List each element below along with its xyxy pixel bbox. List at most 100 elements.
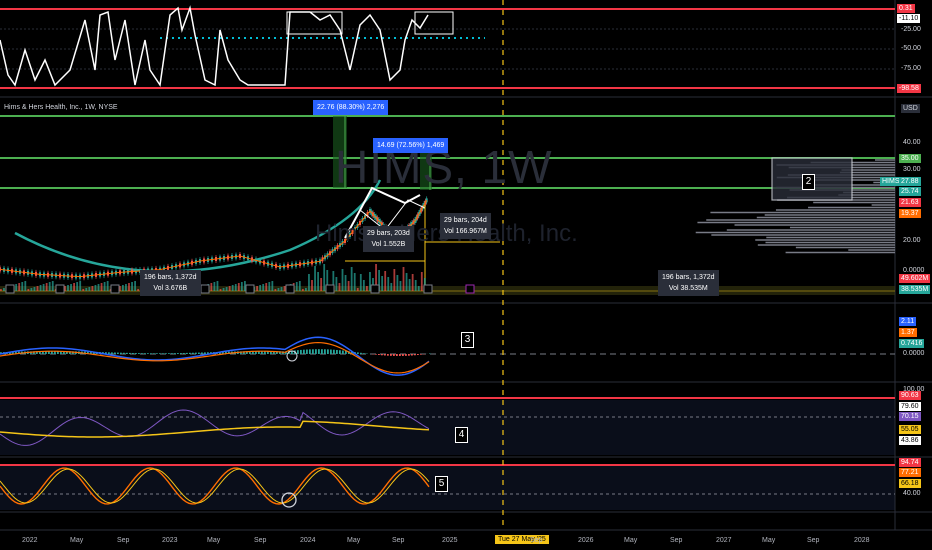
volume-bar bbox=[231, 285, 234, 291]
macd-hist bbox=[174, 353, 176, 354]
macd-tag-2: 0.7416 bbox=[899, 339, 925, 348]
macd-hist bbox=[189, 352, 191, 354]
macd-hist bbox=[408, 354, 410, 356]
range-callout-3[interactable]: 196 bars, 1,372d Vol 3.676B bbox=[140, 270, 201, 296]
macd-hist bbox=[321, 349, 323, 354]
volume-bar bbox=[384, 271, 387, 291]
time-label-11: Sep bbox=[530, 537, 543, 544]
macd-hist bbox=[147, 353, 149, 354]
macd-hist bbox=[399, 354, 401, 357]
range-callout-4-line1: 196 bars, 1,372d bbox=[662, 274, 715, 281]
volume-bar bbox=[271, 281, 274, 291]
volume-bar bbox=[353, 273, 356, 291]
volume-bar bbox=[36, 286, 39, 291]
price-tick-0: 40.00 bbox=[903, 139, 921, 146]
volume-bar bbox=[45, 283, 48, 291]
earnings-marker-9 bbox=[423, 284, 433, 294]
volume-bar bbox=[277, 288, 280, 291]
top-axis-tag-2: -98.58 bbox=[897, 84, 921, 93]
macd-hist bbox=[390, 354, 392, 356]
volume-bar bbox=[88, 287, 91, 291]
macd-hist bbox=[156, 353, 158, 354]
earnings-marker-4 bbox=[200, 284, 210, 294]
top-axis-tag-0: 0.31 bbox=[897, 4, 915, 13]
volume-bar bbox=[91, 286, 94, 291]
volume-bar bbox=[24, 281, 27, 291]
range-callout-1-line1: 29 bars, 203d bbox=[367, 230, 410, 237]
macd-hist bbox=[165, 353, 167, 354]
price-tag-5: 49.602M bbox=[899, 274, 931, 283]
macd-hist bbox=[108, 352, 110, 354]
macd-hist bbox=[342, 350, 344, 354]
pane-label-2: 2 bbox=[802, 174, 815, 190]
macd-hist bbox=[381, 354, 383, 356]
volume-bar bbox=[3, 288, 5, 291]
macd-hist bbox=[312, 349, 314, 354]
chart-title: Hims & Hers Health, Inc., 1W, NYSE bbox=[4, 104, 118, 111]
macd-hist bbox=[126, 352, 128, 354]
pane-rsi bbox=[0, 400, 895, 455]
rsi-tag-2: 70.15 bbox=[899, 412, 921, 421]
volume-bar bbox=[237, 283, 240, 291]
time-label-0: 2022 bbox=[22, 537, 38, 544]
macd-hist bbox=[195, 352, 197, 354]
price-tag-4: 19.37 bbox=[899, 209, 921, 218]
volume-bar bbox=[356, 288, 359, 291]
range-callout-1[interactable]: 29 bars, 203d Vol 1.552B bbox=[363, 226, 414, 252]
volume-bar bbox=[125, 284, 127, 291]
volume-bar bbox=[411, 274, 414, 291]
macd-hist bbox=[339, 350, 341, 354]
time-label-14: Sep bbox=[670, 537, 683, 544]
pane-label-3: 3 bbox=[461, 332, 474, 348]
macd-hist bbox=[162, 353, 164, 354]
macd-hist bbox=[300, 349, 302, 354]
range-callout-2[interactable]: 29 bars, 204d Vol 166.967M bbox=[440, 213, 491, 239]
macd-hist bbox=[150, 353, 152, 354]
macd-hist bbox=[315, 349, 317, 354]
volume-bar bbox=[362, 280, 365, 291]
volume-bar bbox=[280, 287, 283, 291]
volume-bar bbox=[85, 288, 88, 291]
volume-bar bbox=[225, 287, 228, 291]
volume-bar bbox=[308, 274, 310, 291]
macd-hist bbox=[159, 353, 161, 354]
macd-hist bbox=[384, 354, 386, 356]
macd-hist bbox=[330, 349, 332, 354]
time-label-4: May bbox=[207, 537, 221, 544]
earnings-marker-0 bbox=[5, 284, 15, 294]
earnings-marker-6 bbox=[285, 284, 295, 294]
macd-hist bbox=[153, 353, 155, 354]
time-label-1: May bbox=[70, 537, 84, 544]
range-callout-4-line2: Vol 38.535M bbox=[668, 285, 708, 292]
range-callout-4[interactable]: 196 bars, 1,372d Vol 38.535M bbox=[658, 270, 719, 296]
pane-label-5: 5 bbox=[435, 476, 448, 492]
rsi-tag-1: 79.60 bbox=[899, 402, 921, 411]
measure-callout-1[interactable]: 22.76 (88.30%) 2,276 bbox=[313, 100, 389, 115]
top-axis-tag-1: -11.10 bbox=[897, 14, 921, 23]
macd-tag-0: 2.11 bbox=[899, 317, 917, 326]
time-label-15: 2027 bbox=[716, 537, 732, 544]
macd-hist bbox=[177, 353, 179, 354]
macd-hist bbox=[324, 349, 326, 354]
time-label-17: Sep bbox=[807, 537, 820, 544]
measure-callout-2[interactable]: 14.69 (72.56%) 1,469 bbox=[373, 138, 449, 153]
macd-hist bbox=[138, 353, 140, 354]
volume-bar bbox=[216, 281, 219, 291]
volume-bar bbox=[137, 289, 140, 291]
volume-bar bbox=[128, 283, 130, 291]
volume-bar bbox=[402, 267, 405, 291]
time-label-7: May bbox=[347, 537, 361, 544]
earnings-marker-1 bbox=[55, 284, 65, 294]
volume-bar bbox=[131, 282, 133, 291]
volume-bar bbox=[48, 282, 51, 291]
volume-bar bbox=[396, 275, 399, 291]
volume-bar bbox=[39, 285, 42, 291]
volume-bar bbox=[33, 287, 36, 291]
stoch-tag-1: 77.21 bbox=[899, 468, 921, 477]
price-tick-1: 30.00 bbox=[903, 166, 921, 173]
volume-bar bbox=[259, 285, 262, 291]
volume-bar bbox=[311, 280, 313, 291]
currency-badge[interactable]: USD bbox=[901, 104, 920, 113]
volume-bar bbox=[256, 286, 258, 291]
macd-hist bbox=[306, 349, 308, 354]
